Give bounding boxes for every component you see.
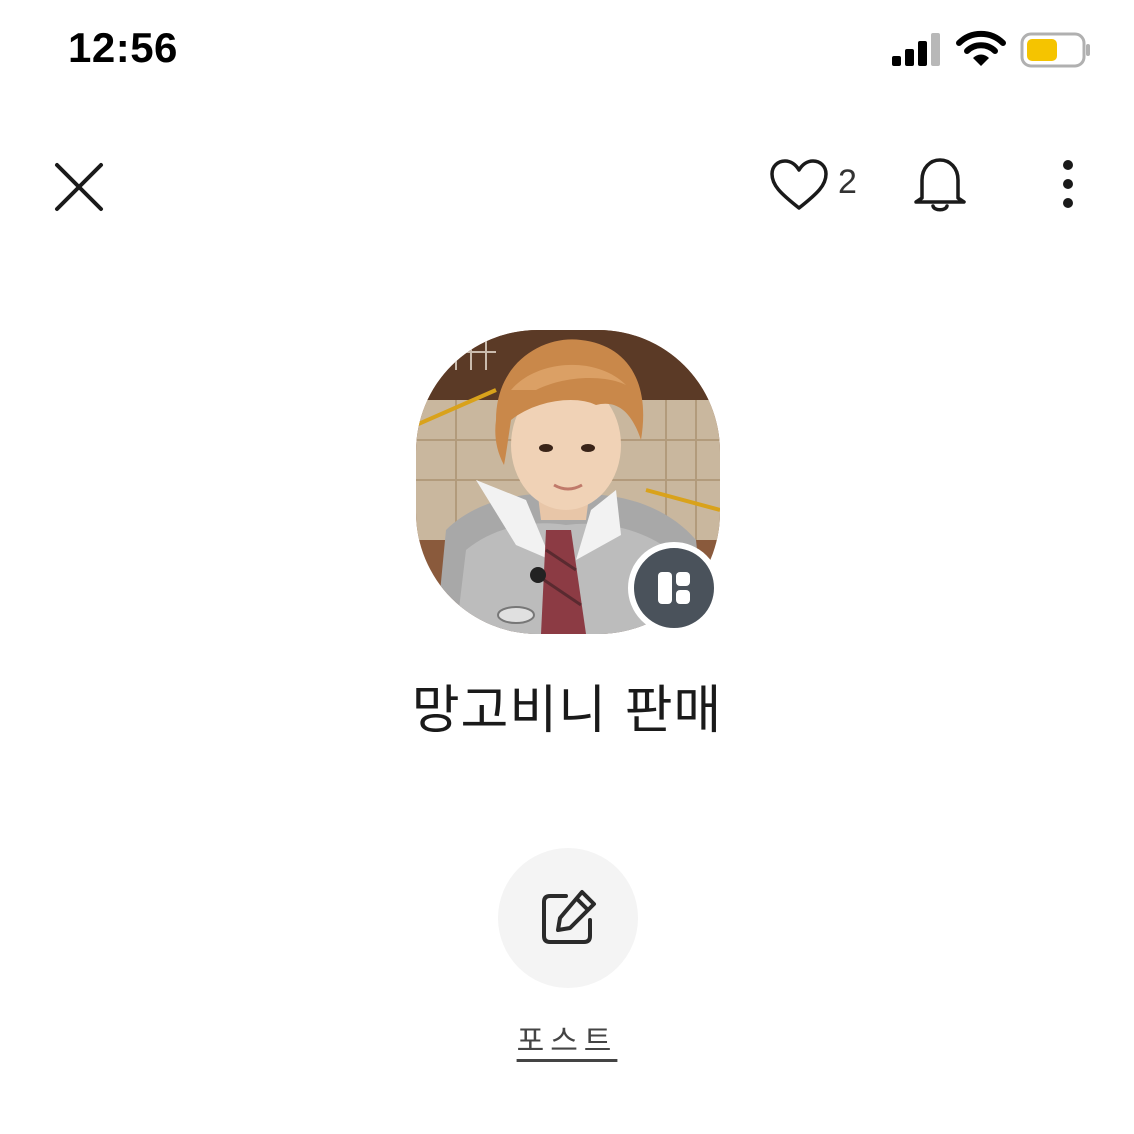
post-label[interactable]: 포스트 — [0, 1016, 1134, 1060]
status-time: 12:56 — [68, 24, 178, 71]
profile-avatar-container[interactable] — [416, 330, 720, 634]
post-button[interactable] — [498, 848, 638, 988]
heart-icon — [770, 159, 828, 210]
wifi-icon — [956, 30, 1006, 66]
status-icons — [890, 30, 1100, 70]
profile-name: 망고비니 판매 — [411, 681, 723, 741]
profile-page-icon — [658, 572, 690, 604]
bell-icon — [914, 158, 966, 212]
cellular-signal-icon — [892, 33, 940, 66]
edit-icon — [542, 890, 596, 944]
close-button[interactable] — [52, 160, 106, 214]
like-count: 2 — [838, 163, 857, 201]
notification-button[interactable] — [910, 152, 970, 216]
battery-icon — [1020, 32, 1090, 68]
profile-screen: 12:56 2 망고비니 판매 포스트 — [0, 0, 1134, 1134]
close-icon — [55, 163, 103, 211]
more-options-button[interactable] — [1050, 156, 1086, 216]
profile-page-badge — [628, 542, 720, 634]
like-button[interactable]: 2 — [768, 155, 868, 215]
more-vertical-icon — [1063, 160, 1073, 208]
